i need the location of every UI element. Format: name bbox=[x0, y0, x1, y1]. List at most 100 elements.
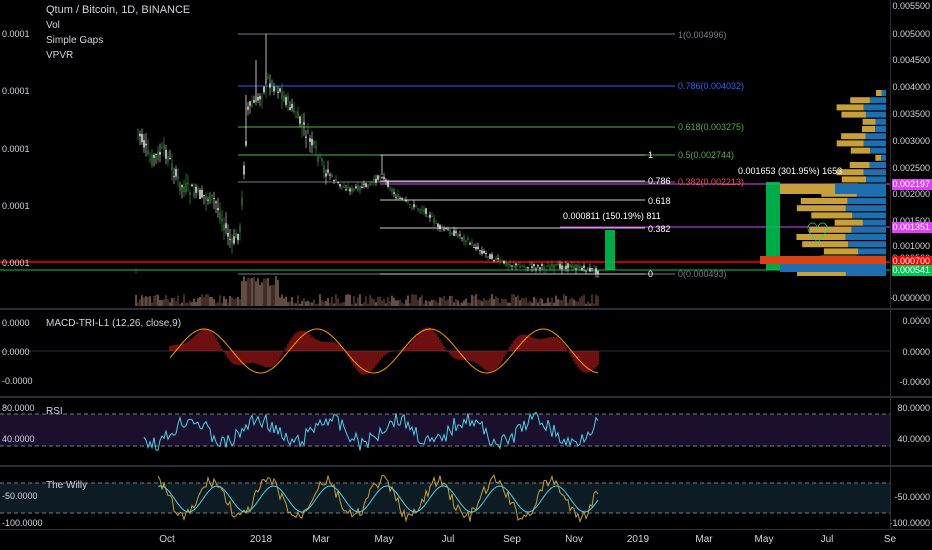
candle-body bbox=[557, 263, 559, 266]
candle-body bbox=[591, 268, 593, 270]
symbol-title: Qtum / Bitcoin, 1D, BINANCE bbox=[46, 4, 191, 16]
volume-bar bbox=[343, 302, 345, 306]
candle-body bbox=[595, 268, 597, 274]
volume-bar bbox=[329, 302, 331, 306]
candle-body bbox=[553, 264, 555, 270]
volume-profile-bar bbox=[836, 140, 864, 147]
candle-body bbox=[213, 197, 215, 199]
volume-bar bbox=[513, 294, 515, 306]
candle-body bbox=[239, 225, 241, 233]
vol-indicator-label[interactable]: Vol bbox=[46, 20, 60, 32]
heart-icon: ♡ bbox=[805, 218, 831, 249]
candle-body bbox=[175, 169, 177, 177]
willy-title[interactable]: The Willy bbox=[46, 480, 87, 492]
candle-body bbox=[201, 189, 203, 198]
main-price-axis[interactable]: 0.005500 0.005000 0.004500 0.004000 0.00… bbox=[890, 0, 932, 308]
volume-bar bbox=[251, 278, 253, 306]
candle-body bbox=[519, 266, 521, 269]
volume-bar bbox=[229, 296, 231, 306]
candle-body bbox=[337, 181, 339, 183]
candle-body bbox=[493, 259, 495, 262]
candle-body bbox=[193, 192, 195, 197]
fib-label-1: 1(0.004996) bbox=[678, 30, 727, 40]
candle-body bbox=[569, 264, 571, 268]
fib2-label-0786: 0.786 bbox=[648, 176, 671, 186]
volume-bar bbox=[145, 296, 147, 306]
volume-bar bbox=[241, 281, 243, 306]
volume-bar bbox=[577, 301, 579, 306]
candle-body bbox=[343, 186, 345, 188]
volume-bar bbox=[517, 295, 519, 306]
candle-body bbox=[399, 197, 401, 199]
rsi-axis[interactable]: 80.0000 40.0000 bbox=[890, 398, 932, 465]
volume-bar bbox=[463, 300, 465, 306]
volume-bar bbox=[309, 302, 311, 306]
candle-body bbox=[333, 180, 335, 182]
volume-bar bbox=[321, 300, 323, 306]
macd-axis[interactable]: 0.0000 0.0000 -0.0000 bbox=[890, 310, 932, 396]
volume-bar bbox=[387, 296, 389, 306]
candle-body bbox=[177, 176, 179, 179]
candle-body bbox=[461, 237, 463, 239]
candle-body bbox=[279, 88, 281, 92]
candle-body bbox=[351, 188, 353, 192]
macd-title[interactable]: MACD-TRI-L1 (12,26, close,9) bbox=[46, 318, 181, 330]
volume-bar bbox=[153, 296, 155, 306]
candle-body bbox=[143, 140, 145, 148]
volume-bar bbox=[449, 295, 451, 306]
main-chart-pane[interactable]: Qtum / Bitcoin, 1D, BINANCE Vol Simple G… bbox=[0, 0, 890, 308]
volume-bar bbox=[169, 302, 171, 306]
fib-label-0786: 0.786(0.004032) bbox=[678, 81, 745, 91]
candle-body bbox=[547, 265, 549, 267]
rsi-pane[interactable]: RSI 80.0000 40.0000 bbox=[0, 398, 890, 465]
gaps-indicator-label[interactable]: Simple Gaps bbox=[46, 35, 103, 47]
rsi-title[interactable]: RSI bbox=[46, 406, 63, 418]
candle-body bbox=[381, 177, 383, 179]
candle-body bbox=[567, 263, 569, 269]
candle-body bbox=[205, 196, 207, 201]
volume-bar bbox=[583, 294, 585, 306]
volume-profile-bar bbox=[863, 104, 886, 111]
volume-bar bbox=[269, 285, 271, 306]
vpvr-indicator-label[interactable]: VPVR bbox=[46, 50, 73, 62]
candle-body bbox=[593, 268, 595, 273]
volume-bar bbox=[535, 298, 537, 306]
volume-profile-bar bbox=[858, 248, 886, 255]
volume-bar bbox=[485, 300, 487, 306]
candle-body bbox=[367, 184, 369, 189]
volume-bar bbox=[189, 300, 191, 306]
volume-bar bbox=[529, 300, 531, 306]
volume-bar bbox=[409, 303, 411, 306]
candle-body bbox=[233, 236, 235, 244]
volume-bar bbox=[277, 279, 279, 306]
price-chart[interactable] bbox=[0, 0, 890, 308]
volume-bar bbox=[185, 302, 187, 306]
candle-body bbox=[537, 265, 539, 267]
volume-bar bbox=[139, 298, 141, 306]
volume-bar bbox=[497, 298, 499, 306]
candle-body bbox=[435, 223, 437, 225]
volume-bar bbox=[483, 298, 485, 306]
volume-bar bbox=[495, 296, 497, 306]
volume-bar bbox=[261, 282, 263, 306]
volume-profile-bar bbox=[875, 154, 882, 161]
volume-bar bbox=[539, 298, 541, 306]
candle-body bbox=[407, 201, 409, 203]
willy-pane[interactable]: The Willy -50.0000 -100.0000 bbox=[0, 467, 890, 529]
time-tick: 2019 bbox=[626, 534, 650, 545]
candle-body bbox=[273, 86, 275, 92]
time-axis[interactable]: Oct 2018 Mar May Jul Sep Nov 2019 Mar Ma… bbox=[0, 529, 932, 550]
volume-bar bbox=[267, 278, 269, 306]
candle-body bbox=[471, 241, 473, 243]
volume-bar bbox=[295, 303, 297, 306]
right-price-tick: 0.003000 bbox=[892, 136, 930, 146]
candle-body bbox=[167, 156, 169, 162]
willy-axis[interactable]: -50.0000 -100.0000 bbox=[890, 467, 932, 529]
candle-body bbox=[151, 154, 153, 166]
volume-bar bbox=[285, 296, 287, 306]
candle-body bbox=[393, 192, 395, 194]
candle-body bbox=[263, 86, 265, 93]
volume-bar bbox=[147, 296, 149, 306]
candle-body bbox=[231, 238, 233, 244]
macd-pane[interactable]: MACD-TRI-L1 (12,26, close,9) 0.0000 0.00… bbox=[0, 310, 890, 396]
